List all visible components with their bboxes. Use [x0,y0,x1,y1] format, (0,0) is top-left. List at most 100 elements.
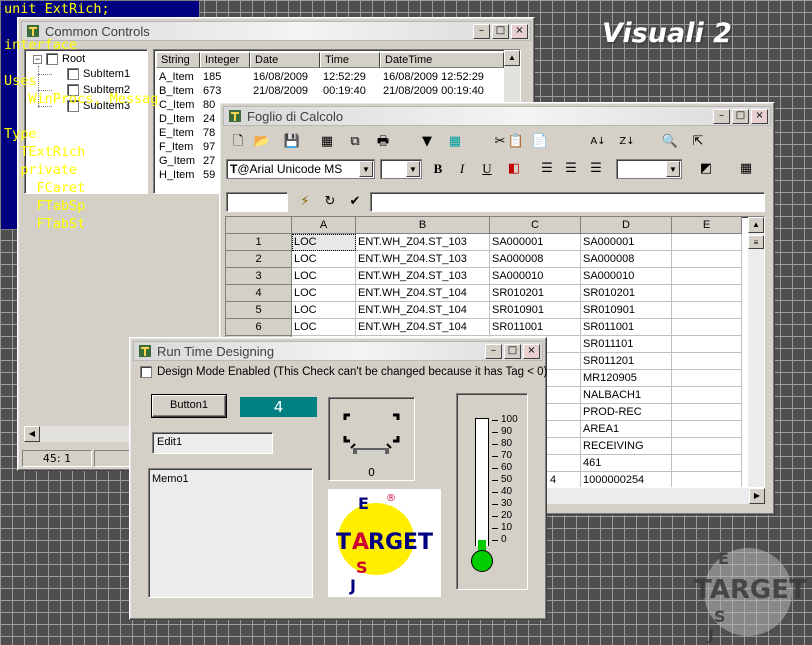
minimize-button[interactable]: – [713,109,730,124]
grid-cell[interactable] [672,438,742,455]
underline-button[interactable]: U [478,160,496,178]
grid-cell[interactable]: ENT.WH_Z04.ST_104 [356,319,490,336]
grid-cell[interactable] [672,251,742,268]
sort-asc-icon[interactable]: A↓ [589,133,607,151]
common-controls-titlebar[interactable]: Common Controls – □ × [21,21,531,41]
gauge-control[interactable]: 0 [328,397,415,481]
grid-icon[interactable]: ▦ [446,133,464,151]
maximize-button[interactable]: □ [732,109,749,124]
column-header[interactable]: A [292,217,356,234]
column-header[interactable]: E [672,217,742,234]
font-size-combo[interactable]: ▼ [380,159,422,179]
cell-reference-box[interactable] [226,192,288,212]
chevron-down-icon[interactable]: ▼ [359,161,373,177]
scroll-left-icon[interactable]: ◀ [24,426,40,442]
dropdown-icon[interactable]: ▼ [418,133,436,151]
grid-cell[interactable]: SR011001 [490,319,581,336]
grid-cell[interactable]: SA000008 [490,251,581,268]
close-button[interactable]: × [523,344,540,359]
grid-cell[interactable] [672,404,742,421]
edit1-input[interactable]: Edit1 [152,432,273,454]
row-header[interactable]: 5 [226,302,292,319]
minimize-button[interactable]: – [485,344,502,359]
grid-cell[interactable]: SR010901 [490,302,581,319]
scroll-right-icon[interactable]: ▶ [749,488,765,504]
rtd-titlebar[interactable]: Run Time Designing – □ × [133,341,543,361]
grid-cell[interactable]: ENT.WH_Z04.ST_103 [356,268,490,285]
scroll-up-icon[interactable]: ▲ [504,50,520,66]
grid-cell[interactable] [672,285,742,302]
grid-cell[interactable]: LOC [292,234,356,251]
align-right-icon[interactable]: ☰ [587,160,605,178]
grid-cell[interactable]: 1000000254 [581,472,672,487]
grid-horizontal-scrollbar[interactable]: ▶ [521,488,765,504]
accept-icon[interactable]: ✔ [346,193,364,211]
grid-cell[interactable]: SA000001 [490,234,581,251]
scroll-thumb[interactable]: ≡ [748,235,764,249]
grid-cell[interactable]: 461 [581,455,672,472]
find-icon[interactable]: 🔍 [661,133,679,151]
grid-cell[interactable] [672,353,742,370]
sort-desc-icon[interactable]: Z↓ [618,133,636,151]
grid-cell[interactable]: SR011001 [581,319,672,336]
grid-cell[interactable] [672,234,742,251]
row-header[interactable]: 1 [226,234,292,251]
grid-cell[interactable] [672,268,742,285]
grid-cell[interactable] [672,387,742,404]
clipboard-icon[interactable]: 📄 [531,133,549,151]
tree-node-root[interactable]: − Root [33,53,85,65]
save-icon[interactable]: 💾 [283,133,301,151]
grid-cell[interactable]: ENT.WH_Z04.ST_103 [356,234,490,251]
memo1-textarea[interactable]: Memo1 [148,468,313,598]
root-checkbox[interactable] [46,53,58,65]
column-header[interactable]: Time [320,52,380,68]
maximize-button[interactable]: □ [492,24,509,39]
grid-cell[interactable] [672,302,742,319]
grid-cell[interactable] [672,336,742,353]
grid-cell[interactable] [672,319,742,336]
grid-cell[interactable]: ENT.WH_Z04.ST_104 [356,302,490,319]
grid-cell[interactable]: RECEIVING [581,438,672,455]
grid-vertical-scrollbar[interactable]: ▲ ≡ [748,217,764,487]
grid-cell[interactable]: SR010901 [581,302,672,319]
grid-cell[interactable]: LOC [292,268,356,285]
grid-cell[interactable]: PROD-REC [581,404,672,421]
row-header[interactable]: 6 [226,319,292,336]
spreadsheet-titlebar[interactable]: Foglio di Calcolo – □ × [223,106,771,126]
column-header[interactable]: Integer [200,52,250,68]
design-mode-checkbox[interactable] [140,366,152,378]
grid-cell[interactable]: SA000010 [581,268,672,285]
grid-cell[interactable]: SA000008 [581,251,672,268]
grid-cell[interactable]: SA000010 [490,268,581,285]
align-left-icon[interactable]: ☰ [538,160,556,178]
tree-node-subitem[interactable]: SubItem1 [67,68,130,80]
paste-icon[interactable]: 📋 [507,133,525,151]
row-header[interactable]: 2 [226,251,292,268]
row-header[interactable]: 4 [226,285,292,302]
align-center-icon[interactable]: ☰ [562,160,580,178]
pointer-icon[interactable]: ⇱ [689,133,707,151]
grid-cell[interactable]: SA000001 [581,234,672,251]
subitem-checkbox[interactable] [67,68,79,80]
grid-cell[interactable]: LOC [292,285,356,302]
column-header[interactable]: String [156,52,200,68]
minimize-button[interactable]: – [473,24,490,39]
column-header[interactable]: B [356,217,490,234]
close-button[interactable]: × [751,109,768,124]
design-mode-checkbox-row[interactable]: Design Mode Enabled (This Check can't be… [140,366,547,378]
grid-cell[interactable] [672,421,742,438]
column-header[interactable]: D [581,217,672,234]
bold-button[interactable]: B [429,160,447,178]
undo-icon[interactable]: ↻ [321,193,339,211]
grid-cell[interactable]: ENT.WH_Z04.ST_103 [356,251,490,268]
grid-cell[interactable]: SR011101 [581,336,672,353]
grid-cell[interactable]: LOC [292,302,356,319]
print-icon[interactable]: 🖶 [374,133,392,151]
borders-icon[interactable]: ▦ [737,160,755,178]
grid-cell[interactable]: SR011201 [581,353,672,370]
column-header[interactable]: C [490,217,581,234]
grid-cell[interactable]: MR120905 [581,370,672,387]
grid-cell[interactable]: AREA1 [581,421,672,438]
fill-color-icon[interactable]: ◩ [697,160,715,178]
button1[interactable]: Button1 [151,394,227,418]
